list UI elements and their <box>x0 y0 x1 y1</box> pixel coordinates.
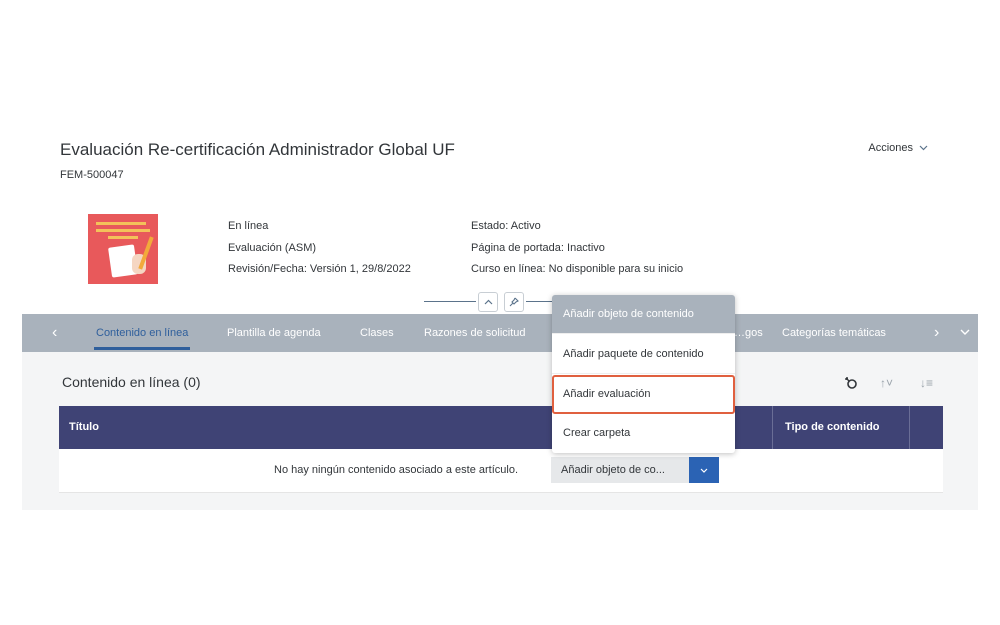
meta-column-right: Estado: Activo Página de portada: Inacti… <box>471 216 683 281</box>
chevron-up-icon <box>484 299 492 305</box>
meta-delivery: En línea <box>228 220 269 232</box>
menu-item-create-folder[interactable]: Crear carpeta <box>552 414 735 453</box>
meta-type: Evaluación (ASM) <box>228 241 317 254</box>
actions-label: Acciones <box>868 142 913 154</box>
tab-bar: ‹ Contenido en línea Plantilla de agenda… <box>22 314 978 352</box>
add-content-dropdown-button[interactable] <box>689 457 719 483</box>
collapse-header-button[interactable] <box>478 292 498 312</box>
reorder-icon[interactable]: ↓≡ <box>920 376 933 390</box>
chevron-down-icon <box>700 468 708 473</box>
add-content-select-value: Añadir objeto de co... <box>551 457 689 483</box>
table-header: Título Tipo de contenido <box>59 406 943 449</box>
meta-cover-page: Página de portada: Inactivo <box>471 241 605 254</box>
tab-scroll-left[interactable]: ‹ <box>52 314 57 352</box>
page-title: Evaluación Re-certificación Administrado… <box>60 140 455 159</box>
pin-header-button[interactable] <box>504 292 524 312</box>
app-window: Evaluación Re-certificación Administrado… <box>22 118 978 510</box>
add-content-select[interactable]: Añadir objeto de co... <box>551 457 719 483</box>
tab-partial-hidden[interactable]: …gos <box>734 314 763 352</box>
course-thumbnail <box>88 214 158 284</box>
add-content-menu: Añadir objeto de contenido Añadir paquet… <box>552 295 735 453</box>
link-icon[interactable] <box>844 376 858 393</box>
menu-item-add-content-object[interactable]: Añadir objeto de contenido <box>552 295 735 334</box>
column-header-content-type[interactable]: Tipo de contenido <box>785 406 880 449</box>
tab-agenda-template[interactable]: Plantilla de agenda <box>227 314 321 352</box>
menu-item-add-content-package[interactable]: Añadir paquete de contenido <box>552 335 735 374</box>
tab-scroll-right[interactable]: › <box>934 314 939 352</box>
sort-icon[interactable]: ↑˅ <box>880 376 893 390</box>
tab-online-content[interactable]: Contenido en línea <box>93 314 191 352</box>
empty-message: No hay ningún contenido asociado a este … <box>274 464 518 476</box>
table-empty-row: No hay ningún contenido asociado a este … <box>59 449 943 493</box>
meta-column-left: En línea Evaluación (ASM) Revisión/Fecha… <box>228 216 411 281</box>
pin-icon <box>509 297 519 307</box>
tab-request-reasons[interactable]: Razones de solicitud <box>424 314 526 352</box>
tab-overflow-button[interactable] <box>960 314 970 352</box>
meta-revision: Revisión/Fecha: Versión 1, 29/8/2022 <box>228 263 411 275</box>
tab-classes[interactable]: Clases <box>360 314 394 352</box>
chevron-left-icon: ‹ <box>52 324 58 341</box>
column-header-title[interactable]: Título <box>69 406 99 449</box>
meta-status: Estado: Activo <box>471 220 541 232</box>
chevron-right-icon: › <box>934 324 940 341</box>
actions-button[interactable]: Acciones <box>868 142 928 154</box>
chevron-down-icon <box>919 145 928 151</box>
section-title: Contenido en línea (0) <box>62 374 201 390</box>
chevron-down-icon <box>960 329 970 336</box>
menu-item-add-evaluation[interactable]: Añadir evaluación <box>552 375 735 414</box>
object-code: FEM-500047 <box>60 169 124 181</box>
tab-subject-categories[interactable]: Categorías temáticas <box>782 314 886 352</box>
meta-online-course: Curso en línea: No disponible para su in… <box>471 263 684 275</box>
object-header: Evaluación Re-certificación Administrado… <box>22 118 978 314</box>
header-collapse-control <box>424 292 564 312</box>
